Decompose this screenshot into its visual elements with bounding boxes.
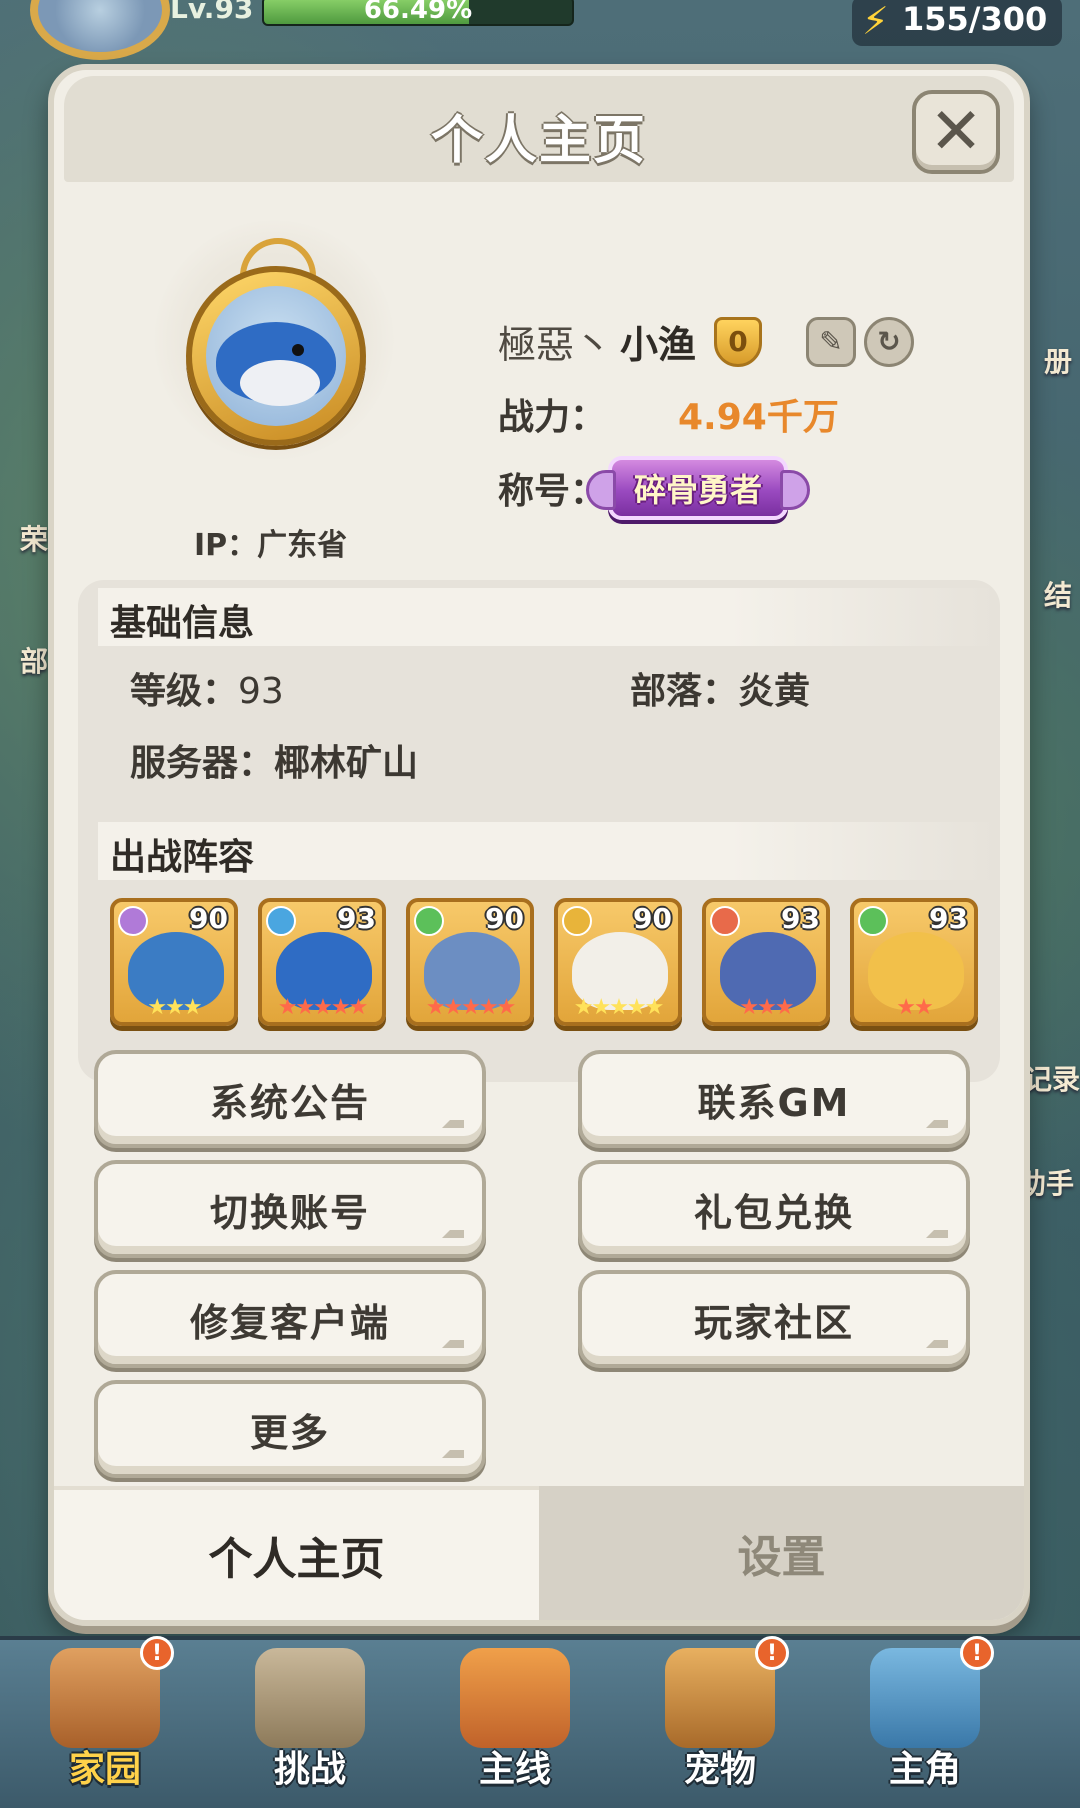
rank-shield-icon: 0	[714, 316, 763, 367]
exp-percent: 66.49%	[363, 0, 473, 25]
profile-dialog: 个人主页 ✕ IP：广东省 極惡丶 小渔 0 ✎ ↻ 战力： 4.94千万 称号…	[48, 64, 1030, 1626]
ip-location: IP：广东省	[194, 528, 348, 563]
element-icon	[710, 906, 740, 936]
nav-item[interactable]: 宠物!	[645, 1636, 795, 1794]
section-header: 出战阵容	[98, 822, 1000, 880]
side-label: 记录	[1023, 1063, 1080, 1096]
section-title-lineup: 出战阵容	[110, 837, 255, 878]
power-value: 4.94千万	[678, 397, 839, 438]
top-hud: Lv.93 66.49% ⚡ 155/300	[0, 0, 1080, 64]
nav-item[interactable]: 主角!	[850, 1636, 1000, 1794]
server-info: 服务器：椰林矿山	[130, 743, 419, 784]
side-label: 册	[1043, 345, 1072, 378]
nav-label: 主线	[478, 1749, 551, 1790]
element-icon	[266, 906, 296, 936]
server-value: 椰林矿山	[274, 743, 419, 784]
pet-level: 93	[781, 902, 820, 935]
level-value: 93	[238, 671, 284, 712]
element-icon	[562, 906, 592, 936]
energy-value: 155/300	[902, 0, 1048, 38]
player-name: 小渔	[620, 323, 697, 367]
tribe-info: 部落：炎黄	[630, 671, 811, 712]
tribe-value: 炎黄	[738, 671, 811, 712]
gift-redeem-button[interactable]: 礼包兑换	[578, 1160, 970, 1258]
avatar[interactable]	[186, 266, 366, 446]
title-row: 称号： 碎骨勇者	[498, 456, 810, 520]
pet-stars: ★★★	[739, 995, 794, 1020]
player-name-prefix: 極惡丶	[498, 323, 613, 367]
side-label: 部	[20, 645, 49, 678]
power-row: 战力： 4.94千万	[498, 388, 839, 440]
switch-account-button[interactable]: 切换账号	[94, 1160, 486, 1258]
edit-icon: ✎	[819, 325, 843, 358]
close-button[interactable]: ✕	[912, 90, 1000, 174]
info-panel: 基础信息 等级：93 部落：炎黄 服务器：椰林矿山 出战阵容 90 ★★★ 93 ★★…	[78, 580, 1000, 1082]
pet-stars: ★★★★★	[573, 995, 665, 1020]
side-label: 荣	[20, 523, 49, 556]
more-button[interactable]: 更多	[94, 1380, 486, 1478]
system-notice-button[interactable]: 系统公告	[94, 1050, 486, 1148]
pet-card[interactable]: 93 ★★★★★	[258, 898, 386, 1026]
pet-lineup: 90 ★★★ 93 ★★★★★ 90 ★★★★★ 90 ★★★★★ 93 ★★★ 93 ★★	[110, 898, 978, 1026]
name-row: 極惡丶 小渔 0 ✎ ↻	[498, 314, 915, 369]
nav-label: 主角	[888, 1749, 961, 1790]
bottom-nav: 家园! 挑战 主线 宠物! 主角!	[0, 1636, 1080, 1808]
notification-badge: !	[140, 1636, 174, 1670]
tab-profile[interactable]: 个人主页	[54, 1486, 539, 1620]
pet-level: 93	[929, 902, 968, 935]
nav-item[interactable]: 家园!	[30, 1636, 180, 1794]
power-label: 战力：	[498, 397, 607, 438]
nav-icon	[460, 1648, 570, 1748]
dialog-title: 个人主页	[430, 111, 647, 171]
energy-counter[interactable]: ⚡ 155/300	[852, 0, 1062, 46]
nav-icon	[255, 1648, 365, 1748]
hud-level: Lv.93	[170, 0, 254, 25]
pet-stars: ★★★	[147, 995, 202, 1020]
lightning-icon: ⚡	[862, 0, 889, 43]
pet-level: 90	[633, 902, 672, 935]
pet-card[interactable]: 90 ★★★★★	[406, 898, 534, 1026]
notification-badge: !	[755, 1636, 789, 1670]
nav-label: 宠物	[683, 1749, 756, 1790]
pet-card[interactable]: 93 ★★★	[702, 898, 830, 1026]
pet-card[interactable]: 93 ★★	[850, 898, 978, 1026]
player-community-button[interactable]: 玩家社区	[578, 1270, 970, 1368]
side-label: 结	[1043, 579, 1072, 612]
pet-stars: ★★★★★	[277, 995, 369, 1020]
element-icon	[858, 906, 888, 936]
section-header: 基础信息	[98, 588, 1000, 646]
nav-label: 家园	[68, 1749, 141, 1790]
title-badge-text: 碎骨勇者	[633, 471, 762, 509]
section-title-basic-info: 基础信息	[110, 603, 255, 644]
element-icon	[414, 906, 444, 936]
level-info: 等级：93	[130, 671, 284, 712]
dialog-tabs: 个人主页 设置	[54, 1486, 1024, 1620]
contact-gm-button[interactable]: 联系GM	[578, 1050, 970, 1148]
nav-item[interactable]: 主线	[440, 1644, 590, 1794]
pet-card[interactable]: 90 ★★★	[110, 898, 238, 1026]
title-badge[interactable]: 碎骨勇者	[586, 456, 810, 520]
dialog-header: 个人主页 ✕	[64, 76, 1014, 182]
hud-avatar[interactable]	[30, 0, 170, 60]
pet-level: 90	[485, 902, 524, 935]
notification-badge: !	[960, 1636, 994, 1670]
refresh-button[interactable]: ↻	[864, 316, 915, 367]
pet-stars: ★★	[896, 995, 933, 1020]
nav-item[interactable]: 挑战	[235, 1644, 385, 1794]
nav-label: 挑战	[273, 1749, 346, 1790]
whale-avatar-image	[206, 286, 346, 426]
pet-stars: ★★★★★	[425, 995, 517, 1020]
edit-name-button[interactable]: ✎	[806, 316, 857, 367]
refresh-icon: ↻	[877, 325, 901, 358]
pet-card[interactable]: 90 ★★★★★	[554, 898, 682, 1026]
close-icon: ✕	[929, 95, 983, 169]
pet-level: 93	[337, 902, 376, 935]
repair-client-button[interactable]: 修复客户端	[94, 1270, 486, 1368]
pet-level: 90	[189, 902, 228, 935]
profile-section: IP：广东省 極惡丶 小渔 0 ✎ ↻ 战力： 4.94千万 称号： 碎骨勇者	[54, 220, 1024, 563]
exp-bar: 66.49%	[262, 0, 574, 26]
element-icon	[118, 906, 148, 936]
tab-settings[interactable]: 设置	[539, 1486, 1024, 1620]
